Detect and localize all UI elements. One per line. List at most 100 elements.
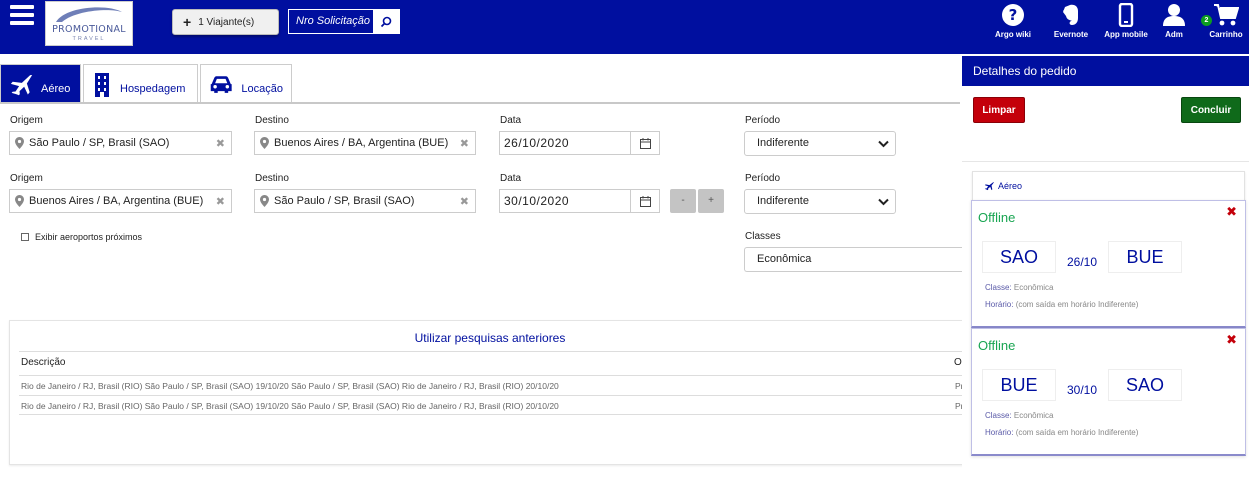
flight-card[interactable]: Offline ✖ BUE 30/10 SAO Classe: Econômic… (971, 328, 1246, 456)
origin-field-2[interactable]: Buenos Aires / BA, Argentina (BUE) ✖ (9, 189, 232, 213)
flight-destination-code: SAO (1108, 369, 1182, 401)
destination-value: Buenos Aires / BA, Argentina (BUE) (274, 137, 449, 149)
time-key: Horário: (985, 428, 1014, 437)
calendar-icon[interactable] (630, 132, 659, 154)
remove-flight-icon[interactable]: ✖ (1226, 204, 1237, 220)
origin-field[interactable]: São Paulo / SP, Brasil (SAO) ✖ (9, 131, 232, 155)
destination-field[interactable]: Buenos Aires / BA, Argentina (BUE) ✖ (254, 131, 476, 155)
flight-class: Classe: Econômica (985, 283, 1054, 292)
clear-icon[interactable]: ✖ (216, 195, 225, 208)
nearby-airports-checkbox[interactable] (21, 233, 29, 241)
classes-label: Classes (745, 231, 781, 242)
destination-field-2[interactable]: São Paulo / SP, Brasil (SAO) ✖ (254, 189, 476, 213)
calendar-icon[interactable] (630, 190, 659, 212)
origin-label-2: Origem (10, 173, 43, 184)
tab-hospedagem[interactable]: Hospedagem (83, 64, 198, 104)
nearby-airports-option[interactable]: Exibir aeroportos próximos (21, 232, 142, 242)
app-mobile-link[interactable]: App mobile (1102, 3, 1150, 39)
flight-class: Classe: Econômica (985, 411, 1054, 420)
cart-icon (1214, 4, 1239, 26)
location-pin-icon (15, 137, 24, 149)
date-label-2: Data (500, 173, 522, 184)
destination-label: Destino (255, 115, 289, 126)
class-value: Econômica (1013, 411, 1054, 420)
plane-icon (984, 182, 994, 191)
flight-origin-code: BUE (982, 369, 1056, 401)
mobile-icon (1118, 3, 1134, 27)
flight-destination-code: BUE (1108, 241, 1182, 273)
user-icon (1163, 4, 1185, 26)
period-value: Indiferente (757, 137, 809, 149)
flight-date: 26/10 (1067, 255, 1098, 269)
row-description: Rio de Janeiro / RJ, Brasil (RIO) São Pa… (21, 401, 559, 411)
evernote-link[interactable]: Evernote (1050, 3, 1092, 39)
clear-icon[interactable]: ✖ (460, 195, 469, 208)
user-menu[interactable]: Adm (1161, 3, 1187, 39)
table-row[interactable]: Rio de Janeiro / RJ, Brasil (RIO) São Pa… (19, 375, 970, 395)
flight-status: Offline (978, 210, 1016, 225)
location-pin-icon (15, 195, 24, 207)
travelers-button[interactable]: + 1 Viajante(s) (172, 9, 279, 35)
table-row[interactable]: Rio de Janeiro / RJ, Brasil (RIO) São Pa… (19, 395, 970, 415)
flight-origin-code: SAO (982, 241, 1056, 273)
remove-leg-button[interactable]: - (670, 189, 696, 213)
location-pin-icon (260, 195, 269, 207)
period-select-2[interactable]: Indiferente (744, 189, 896, 214)
date-value-2[interactable]: 30/10/2020 (500, 190, 630, 212)
clear-icon[interactable]: ✖ (460, 137, 469, 150)
argo-wiki-link[interactable]: ? Argo wiki (992, 3, 1034, 39)
column-header-o: O (954, 357, 962, 368)
previous-searches-panel: Utilizar pesquisas anteriores Descrição … (9, 320, 970, 465)
sidebar-divider (962, 161, 1249, 162)
class-key: Classe: (985, 411, 1012, 420)
finish-button[interactable]: Concluir (1181, 97, 1241, 123)
date-field[interactable]: 26/10/2020 (499, 131, 660, 155)
tab-locacao[interactable]: Locação (200, 64, 292, 104)
classes-select[interactable]: Econômica (744, 247, 964, 272)
plus-icon: + (183, 14, 192, 30)
period-select[interactable]: Indiferente (744, 131, 896, 156)
tab-aereo[interactable]: Aéreo (0, 64, 81, 104)
search-icon (380, 16, 392, 27)
clear-icon[interactable]: ✖ (216, 137, 225, 150)
date-field-2[interactable]: 30/10/2020 (499, 189, 660, 213)
nearby-airports-label: Exibir aeroportos próximos (35, 232, 143, 242)
class-value: Econômica (1013, 283, 1054, 292)
remove-flight-icon[interactable]: ✖ (1226, 332, 1237, 348)
period-label: Período (745, 115, 781, 126)
add-leg-button[interactable]: + (698, 189, 724, 213)
tabs-divider (0, 102, 960, 104)
menu-icon[interactable] (10, 5, 34, 29)
solicitation-input[interactable]: Nro Solicitação (289, 10, 373, 33)
car-icon (210, 75, 232, 93)
air-section-header: Aéreo (972, 171, 1245, 201)
logo-swoosh-icon (56, 7, 122, 22)
flight-card[interactable]: Offline ✖ SAO 26/10 BUE Classe: Econômic… (971, 200, 1246, 328)
header-divider (19, 351, 970, 352)
period-label-2: Período (745, 173, 781, 184)
cart-label: Carrinho (1209, 30, 1243, 39)
cart-link[interactable]: 2 Carrinho (1201, 3, 1245, 39)
evernote-icon (1063, 4, 1078, 25)
service-tabs: Aéreo Hospedagem Locação (0, 64, 294, 104)
argo-wiki-label: Argo wiki (994, 30, 1031, 39)
svg-text:?: ? (1009, 6, 1018, 24)
flight-status: Offline (978, 338, 1016, 353)
travelers-label: 1 Viajante(s) (198, 16, 255, 28)
origin-value-2: Buenos Aires / BA, Argentina (BUE) (29, 195, 204, 207)
date-label: Data (500, 115, 522, 126)
app-mobile-label: App mobile (1104, 30, 1148, 39)
company-logo[interactable]: PROMOTIONAL TRAVEL (45, 1, 133, 46)
cart-count-badge: 2 (1201, 15, 1212, 26)
class-key: Classe: (985, 283, 1012, 292)
tab-aereo-label: Aéreo (41, 82, 71, 95)
chevron-down-icon (878, 140, 889, 148)
clear-button[interactable]: Limpar (973, 97, 1025, 123)
solicitation-search[interactable]: Nro Solicitação (288, 9, 400, 34)
air-section-label: Aéreo (984, 181, 1022, 191)
location-pin-icon (260, 137, 269, 149)
date-value[interactable]: 26/10/2020 (500, 132, 630, 154)
search-button[interactable] (373, 10, 399, 33)
air-section-text: Aéreo (998, 181, 1023, 191)
destination-label-2: Destino (255, 173, 289, 184)
